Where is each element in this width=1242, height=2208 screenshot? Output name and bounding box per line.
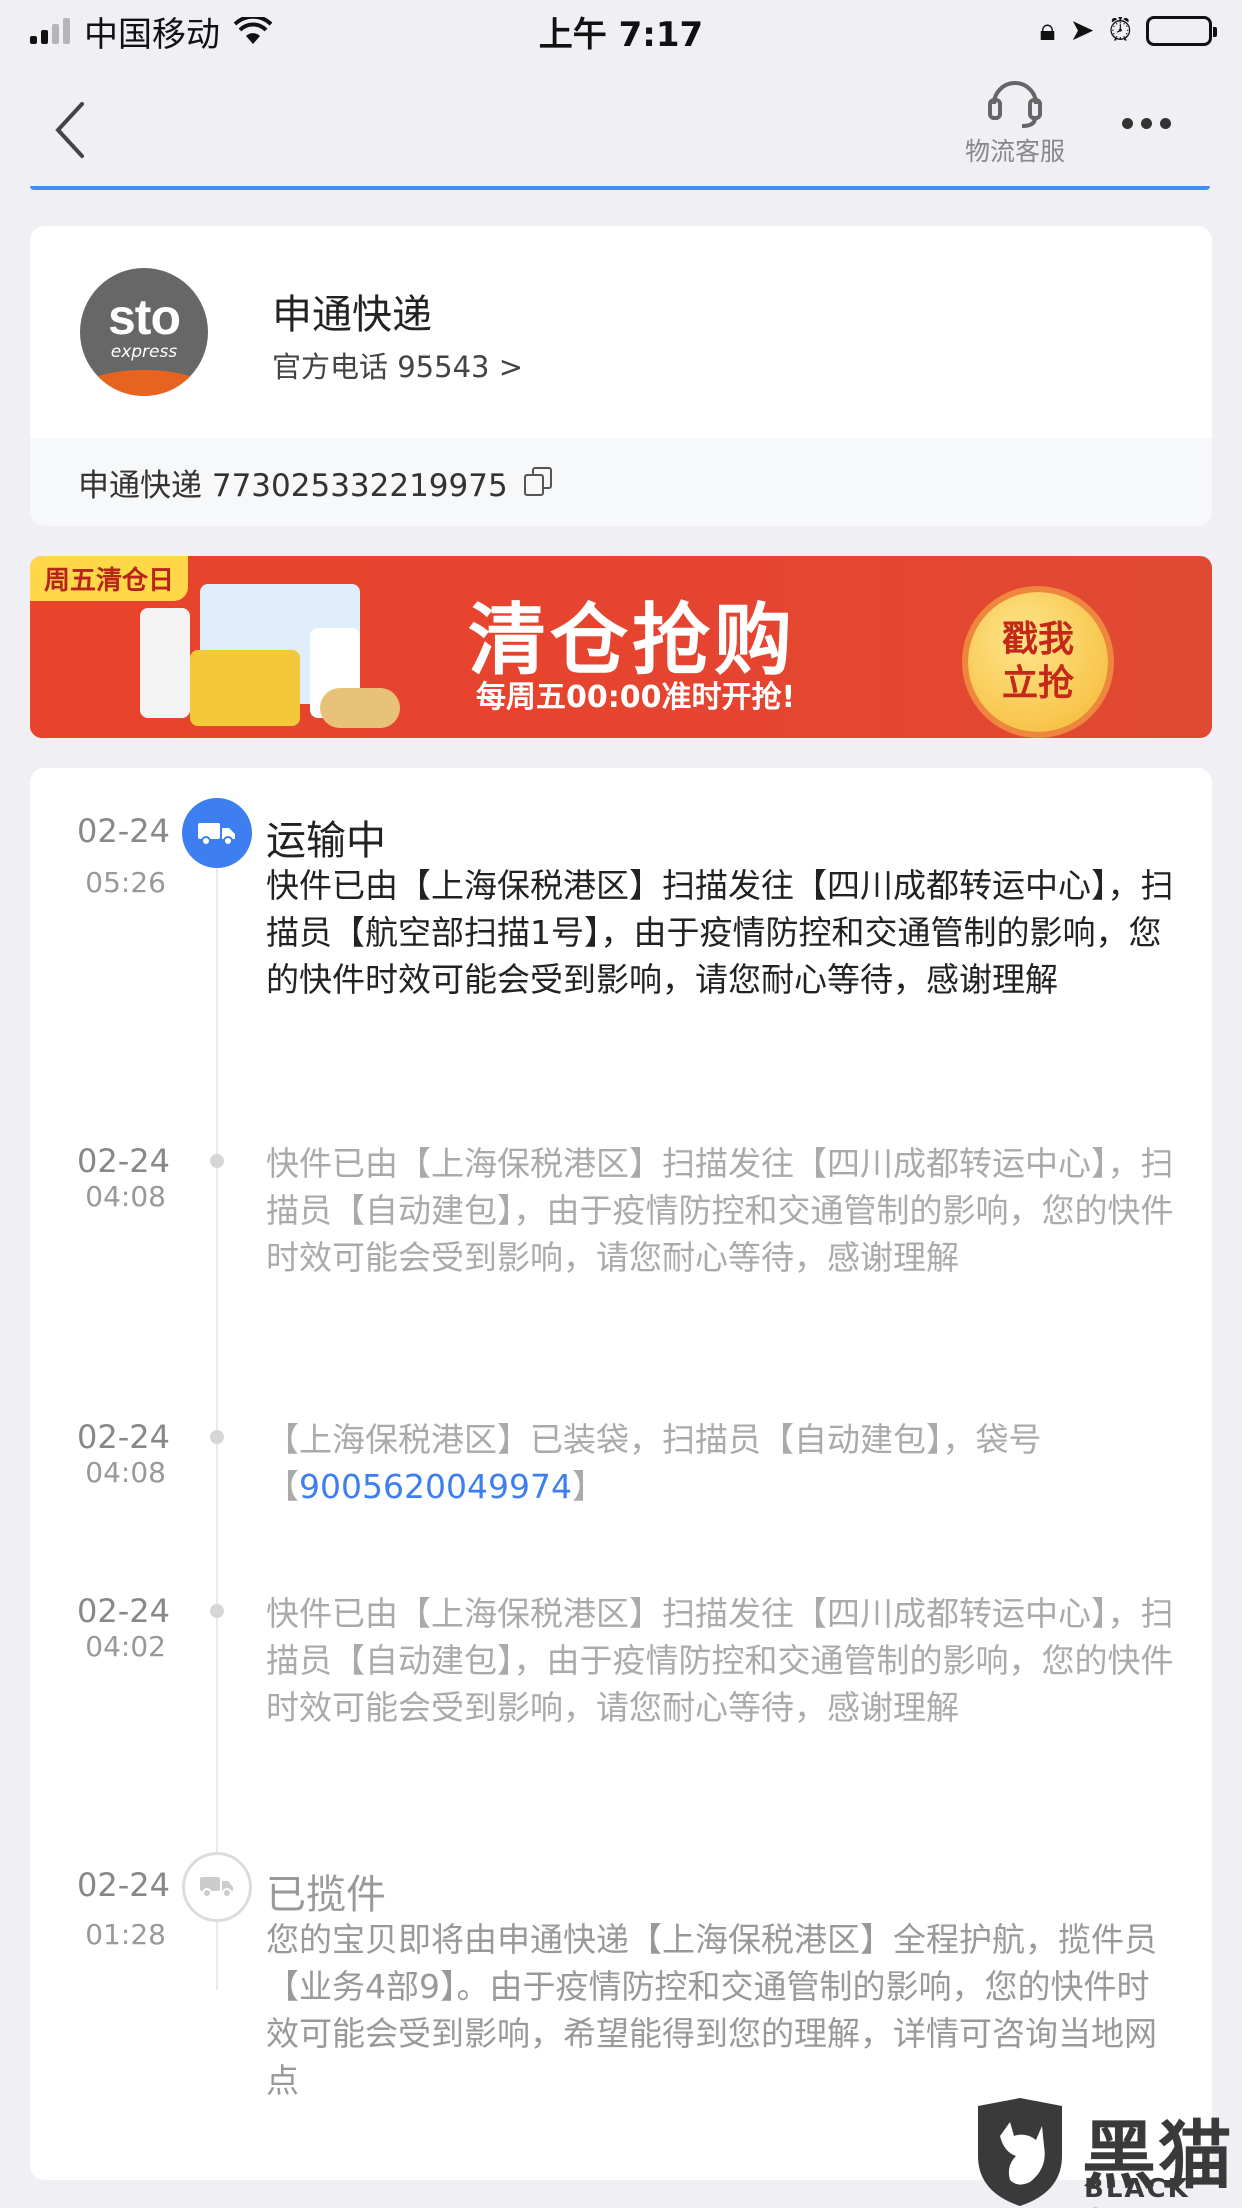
truck-icon <box>182 798 252 868</box>
alarm-icon: ⏰︎ <box>1108 13 1132 48</box>
banner-product-image <box>140 578 400 730</box>
timeline-dot <box>210 1154 224 1168</box>
headset-icon <box>988 81 1042 128</box>
tracking-timeline: 02-24 05:26 运输中 快件已由【上海保税港区】扫描发往【四川成都转运中… <box>30 768 1212 2180</box>
timeline-description: 快件已由【上海保税港区】扫描发往【四川成都转运中心】，扫描员【自动建包】，由于疫… <box>266 1594 1174 1727</box>
copy-icon[interactable] <box>523 467 554 497</box>
more-dots-icon[interactable] <box>1122 118 1171 129</box>
timeline-line <box>216 858 218 1990</box>
orientation-lock-icon: 🔒︎ <box>1039 13 1056 48</box>
watermark-subtext: BLACK CAT <box>1084 2174 1190 2208</box>
carrier-label: 中国移动 <box>84 14 220 55</box>
battery-icon <box>1146 16 1217 46</box>
promo-banner[interactable]: 周五清仓日 清仓抢购 每周五00:00准时开抢! 戳我立抢 <box>30 556 1212 738</box>
customer-service-button[interactable]: 物流客服 <box>950 72 1080 182</box>
customer-service-label: 物流客服 <box>964 137 1065 166</box>
bag-number-link[interactable]: 9005620049974 <box>299 1467 572 1506</box>
carrier-card: sto express 申通快递 官方电话 95543 > 申通快递 77302… <box>30 226 1212 526</box>
package-icon <box>182 1852 252 1922</box>
timeline-description: 快件已由【上海保税港区】扫描发往【四川成都转运中心】，扫描员【自动建包】，由于疫… <box>266 1144 1174 1277</box>
timeline-time: 01:28 <box>85 1918 166 1951</box>
timeline-time: 04:08 <box>85 1180 166 1213</box>
timeline-date: 02-24 <box>77 1142 170 1180</box>
timeline-date: 02-24 <box>77 1592 170 1630</box>
timeline-time: 05:26 <box>85 866 166 899</box>
nav-divider <box>30 186 1210 190</box>
chevron-left-icon[interactable] <box>50 100 90 160</box>
timeline-dot <box>210 1430 224 1444</box>
nav-bar: 物流客服 <box>0 62 1242 190</box>
timeline-time: 04:02 <box>85 1630 166 1663</box>
status-bar: 中国移动 上午 7:17 🔒︎ ➤ ⏰︎ <box>0 0 1242 62</box>
carrier-phone-link[interactable]: 官方电话 95543 > <box>272 344 523 386</box>
timeline-status: 运输中 <box>266 818 386 864</box>
tracking-number: 申通快递 773025332219975 <box>78 467 508 504</box>
sto-logo: sto express <box>80 268 208 396</box>
timeline-date: 02-24 <box>77 812 170 850</box>
tracking-number-row: 申通快递 773025332219975 <box>30 438 1212 526</box>
black-cat-logo-icon <box>978 2098 1062 2206</box>
black-cat-watermark: 黑猫 BLACK CAT <box>970 2096 1242 2208</box>
carrier-name: 申通快递 <box>272 292 432 338</box>
timeline-dot <box>210 1604 224 1618</box>
wifi-icon <box>234 17 272 44</box>
timeline-date: 02-24 <box>77 1866 170 1904</box>
timeline-description: 您的宝贝即将由申通快递【上海保税港区】全程护航，揽件员【业务4部9】。由于疫情防… <box>266 1920 1157 2100</box>
location-icon: ➤ <box>1069 13 1095 48</box>
signal-icon <box>30 18 70 44</box>
timeline-date: 02-24 <box>77 1418 170 1456</box>
timeline-status: 已揽件 <box>266 1872 386 1918</box>
banner-subtitle: 每周五00:00准时开抢! <box>476 680 796 715</box>
banner-cta-button[interactable]: 戳我立抢 <box>968 592 1108 732</box>
timeline-description: 快件已由【上海保税港区】扫描发往【四川成都转运中心】，扫描员【航空部扫描1号】，… <box>266 866 1174 999</box>
timeline-description: 【上海保税港区】已装袋，扫描员【自动建包】，袋号【9005620049974】 <box>266 1420 1042 1506</box>
timeline-time: 04:08 <box>85 1456 166 1489</box>
